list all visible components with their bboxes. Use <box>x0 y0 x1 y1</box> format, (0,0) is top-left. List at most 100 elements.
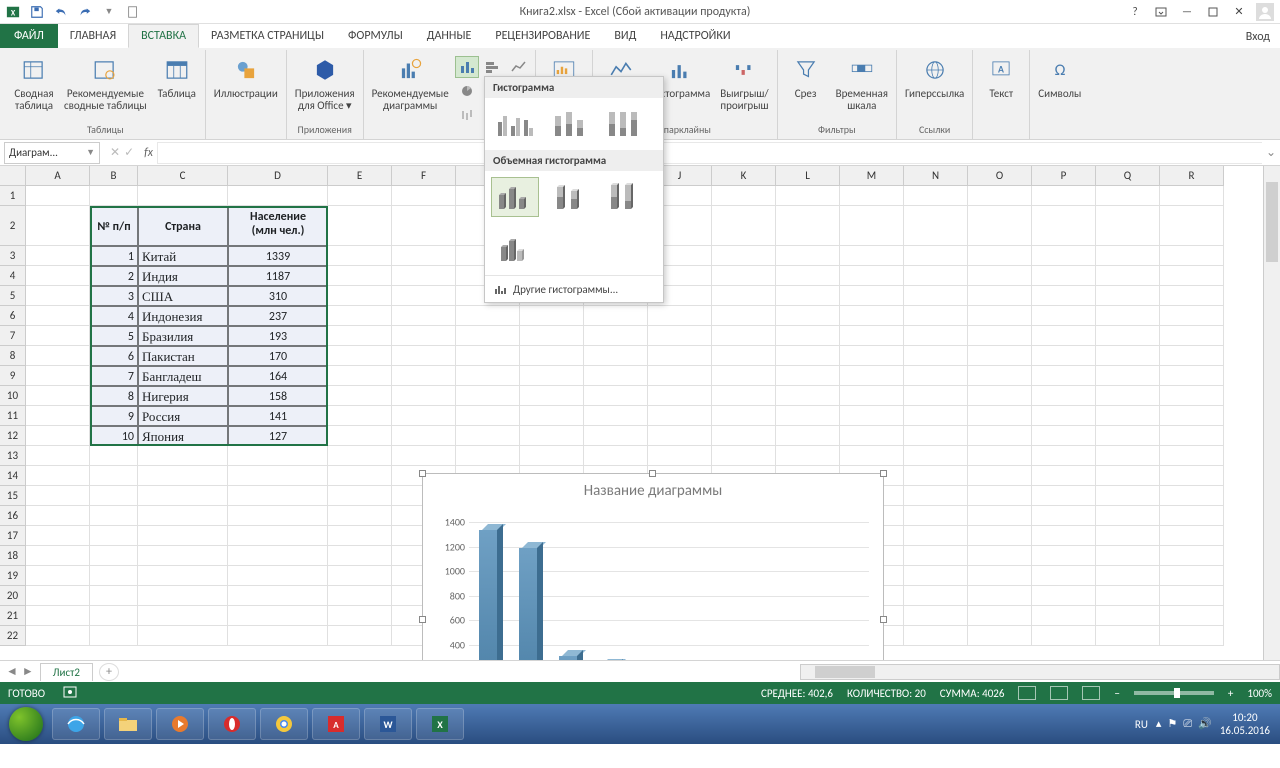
table-cell[interactable]: США <box>138 286 228 306</box>
table-cell[interactable]: 237 <box>228 306 328 326</box>
table-cell[interactable]: Китай <box>138 246 228 266</box>
user-avatar-icon[interactable] <box>1254 2 1276 22</box>
tab-formulas[interactable]: ФОРМУЛЫ <box>336 24 415 48</box>
col-header[interactable]: O <box>968 166 1032 186</box>
table-cell[interactable]: Япония <box>138 426 228 446</box>
sparkline-winloss-button[interactable]: Выигрыш/ проигрыш <box>716 52 772 114</box>
col-header[interactable]: F <box>392 166 456 186</box>
illustrations-button[interactable]: Иллюстрации <box>210 52 282 102</box>
maximize-button[interactable] <box>1202 2 1224 22</box>
table-cell[interactable]: Пакистан <box>138 346 228 366</box>
table-cell[interactable]: Страна <box>138 206 228 246</box>
fx-icon[interactable]: fx <box>140 146 157 160</box>
tab-view[interactable]: ВИД <box>602 24 648 48</box>
zoom-slider[interactable] <box>1134 691 1214 695</box>
name-box[interactable]: Диаграм...▼ <box>4 142 100 164</box>
zoom-level[interactable]: 100% <box>1247 687 1272 700</box>
row-header[interactable]: 21 <box>0 606 26 626</box>
row-header[interactable]: 16 <box>0 506 26 526</box>
view-pagebreak-button[interactable] <box>1082 686 1100 700</box>
undo-button[interactable] <box>50 1 72 23</box>
table-cell[interactable]: 8 <box>90 386 138 406</box>
table-cell[interactable]: № п/п <box>90 206 138 246</box>
table-cell[interactable]: 4 <box>90 306 138 326</box>
minimize-button[interactable]: — <box>1176 2 1198 22</box>
row-header[interactable]: 6 <box>0 306 26 326</box>
hyperlink-button[interactable]: Гиперссылка <box>901 52 968 102</box>
table-cell[interactable]: 310 <box>228 286 328 306</box>
macro-record-icon[interactable] <box>63 685 77 702</box>
col-header[interactable]: B <box>90 166 138 186</box>
chart-object[interactable]: Название диаграммы 020040060080010001200… <box>422 473 884 660</box>
table-cell[interactable]: 5 <box>90 326 138 346</box>
tray-flag-icon[interactable]: ⚑ <box>1167 717 1177 731</box>
row-header[interactable]: 11 <box>0 406 26 426</box>
tray-network-icon[interactable]: ⎚ <box>1183 717 1192 731</box>
help-button[interactable]: ? <box>1124 2 1146 22</box>
table-cell[interactable]: 1 <box>90 246 138 266</box>
row-header[interactable]: 20 <box>0 586 26 606</box>
table-cell[interactable]: 141 <box>228 406 328 426</box>
tray-show-hidden-icon[interactable]: ▴ <box>1156 717 1162 731</box>
table-cell[interactable]: 6 <box>90 346 138 366</box>
symbols-button[interactable]: ΩСимволы <box>1034 52 1085 102</box>
table-cell[interactable]: 9 <box>90 406 138 426</box>
col-header[interactable]: M <box>840 166 904 186</box>
taskbar-word[interactable]: W <box>364 708 412 740</box>
start-button[interactable] <box>4 706 48 742</box>
col-header[interactable]: A <box>26 166 90 186</box>
table-cell[interactable]: 7 <box>90 366 138 386</box>
table-cell[interactable]: 2 <box>90 266 138 286</box>
table-cell[interactable]: Индонезия <box>138 306 228 326</box>
sheet-nav[interactable]: ◄► <box>0 664 40 679</box>
col-header[interactable]: E <box>328 166 392 186</box>
tab-layout[interactable]: РАЗМЕТКА СТРАНИЦЫ <box>199 24 336 48</box>
table-cell[interactable]: 127 <box>228 426 328 446</box>
table-cell[interactable]: Нигерия <box>138 386 228 406</box>
3d-stacked100-column-option[interactable] <box>599 177 647 217</box>
table-cell[interactable]: Индия <box>138 266 228 286</box>
table-cell[interactable]: 3 <box>90 286 138 306</box>
recommended-charts-button[interactable]: Рекомендуемые диаграммы <box>368 52 453 114</box>
col-header[interactable]: P <box>1032 166 1096 186</box>
view-normal-button[interactable] <box>1018 686 1036 700</box>
row-header[interactable]: 1 <box>0 186 26 206</box>
accept-formula-icon[interactable]: ✓ <box>124 145 134 160</box>
row-header[interactable]: 18 <box>0 546 26 566</box>
row-header[interactable]: 8 <box>0 346 26 366</box>
office-apps-button[interactable]: Приложения для Office ▾ <box>291 52 359 114</box>
col-header[interactable]: C <box>138 166 228 186</box>
text-button[interactable]: AТекст <box>977 52 1025 102</box>
table-cell[interactable]: 193 <box>228 326 328 346</box>
row-header[interactable]: 3 <box>0 246 26 266</box>
expand-formula-icon[interactable]: ⌄ <box>1262 145 1280 160</box>
tab-data[interactable]: ДАННЫЕ <box>415 24 484 48</box>
redo-button[interactable] <box>74 1 96 23</box>
col-header[interactable]: R <box>1160 166 1224 186</box>
stacked100-column-option[interactable] <box>599 104 647 144</box>
zoom-in-button[interactable]: + <box>1228 687 1233 700</box>
new-button[interactable] <box>122 1 144 23</box>
col-header[interactable]: K <box>712 166 776 186</box>
table-cell[interactable]: Бразилия <box>138 326 228 346</box>
taskbar-explorer[interactable] <box>104 708 152 740</box>
row-header[interactable]: 5 <box>0 286 26 306</box>
qat-customize-icon[interactable]: ▼ <box>98 1 120 23</box>
row-header[interactable]: 14 <box>0 466 26 486</box>
row-header[interactable]: 4 <box>0 266 26 286</box>
line-chart-button[interactable] <box>507 56 531 78</box>
recommended-pivot-button[interactable]: Рекомендуемые сводные таблицы <box>60 52 151 114</box>
row-header[interactable]: 22 <box>0 626 26 646</box>
row-header[interactable]: 12 <box>0 426 26 446</box>
table-button[interactable]: Таблица <box>153 52 201 102</box>
timeline-button[interactable]: Временная шкала <box>832 52 892 114</box>
chevron-down-icon[interactable]: ▼ <box>86 147 95 158</box>
col-header[interactable]: L <box>776 166 840 186</box>
taskbar-chrome[interactable] <box>260 708 308 740</box>
row-header[interactable]: 19 <box>0 566 26 586</box>
tab-review[interactable]: РЕЦЕНЗИРОВАНИЕ <box>483 24 602 48</box>
row-headers[interactable]: 12345678910111213141516171819202122 <box>0 186 26 646</box>
3d-stacked-column-option[interactable] <box>545 177 593 217</box>
tray-lang[interactable]: RU <box>1135 718 1148 731</box>
formula-input[interactable] <box>157 142 1262 164</box>
